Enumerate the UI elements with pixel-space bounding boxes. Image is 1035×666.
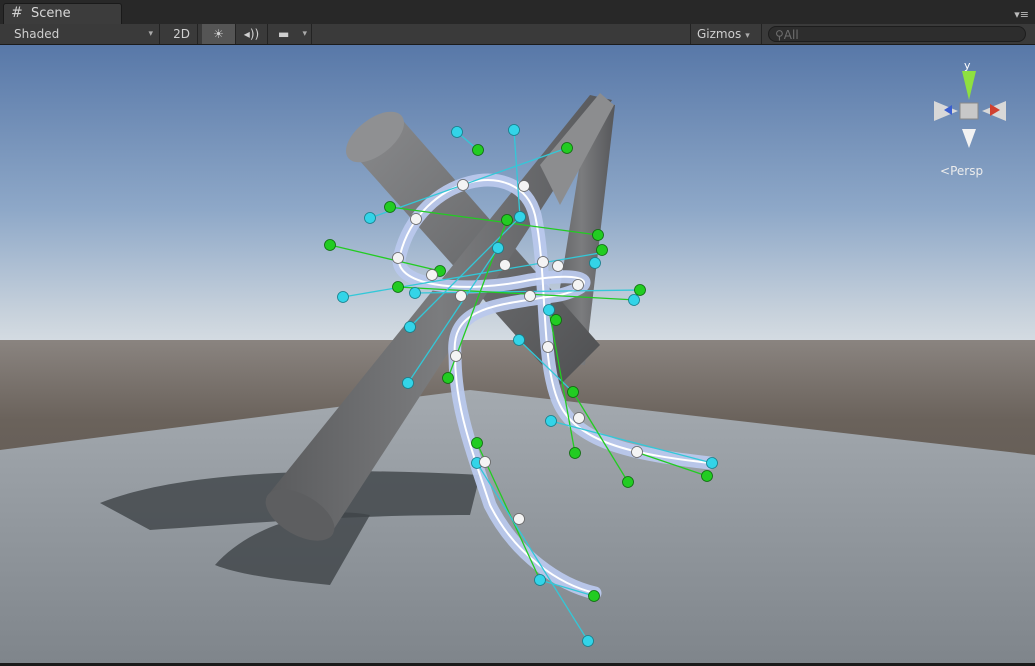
- grid-hash-icon: #: [11, 5, 23, 21]
- projection-label: Persp: [950, 164, 984, 178]
- speaker-icon[interactable]: ◂)): [236, 24, 268, 44]
- shading-mode-label: Shaded: [14, 27, 60, 41]
- gizmos-label: Gizmos: [697, 27, 742, 41]
- projection-toggle[interactable]: <Persp: [940, 164, 983, 178]
- chevron-left-icon: <: [940, 164, 951, 178]
- search-icon: ⚲: [775, 28, 784, 42]
- gizmos-dropdown[interactable]: Gizmos ▾: [690, 24, 762, 44]
- chevron-down-icon: ▾: [745, 31, 750, 41]
- chevron-down-icon: ▾: [148, 29, 153, 39]
- scene-toolbar: Shaded ▾ 2D ☀ ◂)) ▬ ▾ Gizmos ▾ ⚲All: [0, 24, 1035, 45]
- panel-menu-icon[interactable]: ▾≡: [1014, 8, 1029, 21]
- search-placeholder: All: [783, 28, 799, 42]
- axis-y-label: y: [964, 59, 971, 72]
- tab-bar: # Scene ▾≡: [0, 0, 1035, 24]
- 2d-mode-button[interactable]: 2D: [166, 24, 198, 44]
- scene-render: y: [0, 45, 1035, 663]
- search-input[interactable]: ⚲All: [768, 26, 1026, 42]
- sun-icon[interactable]: ☀: [202, 24, 236, 44]
- effects-dropdown[interactable]: ▬ ▾: [268, 24, 312, 44]
- tab-scene-label: Scene: [31, 6, 71, 21]
- chevron-down-icon: ▾: [302, 29, 307, 39]
- image-icon: ▬: [278, 27, 290, 41]
- gizmo-center-cube[interactable]: [959, 102, 979, 120]
- scene-viewport[interactable]: y <Persp: [0, 45, 1035, 663]
- shading-mode-dropdown[interactable]: Shaded ▾: [4, 24, 160, 44]
- tab-scene[interactable]: # Scene: [3, 3, 122, 24]
